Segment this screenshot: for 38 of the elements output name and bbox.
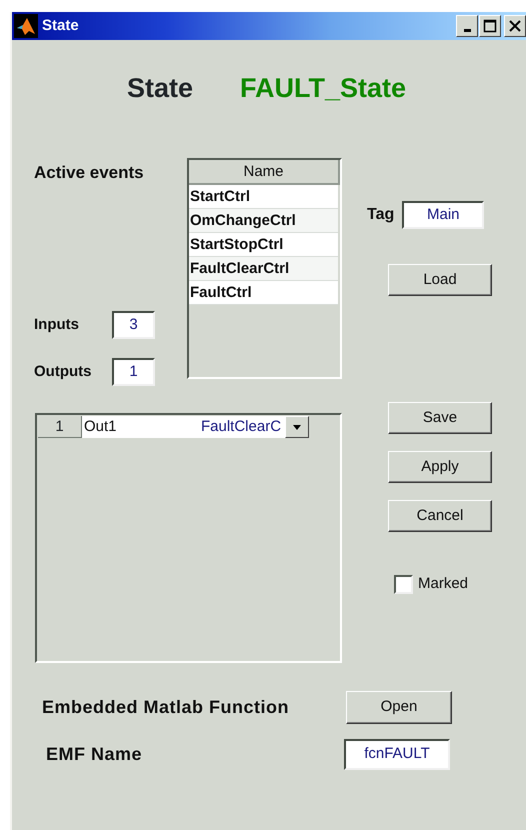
table-cell[interactable]: Out1 (82, 416, 197, 438)
window-title: State (42, 16, 79, 36)
event-item[interactable]: OmChangeCtrl (189, 209, 338, 233)
maximize-icon (482, 18, 498, 34)
emf-label: Embedded Matlab Function (42, 696, 290, 719)
marked-label: Marked (418, 574, 468, 594)
caret-icon (293, 424, 301, 430)
inputs-label: Inputs (34, 314, 80, 335)
emf-name-label: EMF Name (46, 743, 144, 766)
open-button[interactable]: Open (346, 691, 452, 724)
cancel-button[interactable]: Cancel (388, 500, 492, 532)
event-item[interactable]: StartCtrl (189, 185, 338, 209)
tag-field[interactable]: Main (402, 201, 484, 229)
minimize-button[interactable] (456, 15, 478, 37)
outputs-field[interactable]: 1 (112, 358, 155, 386)
marked-checkbox[interactable] (394, 574, 413, 594)
maximize-button[interactable] (479, 15, 501, 37)
inputs-field[interactable]: 3 (112, 311, 155, 339)
close-icon (507, 18, 523, 34)
outputs-label: Outputs (34, 362, 92, 382)
event-item[interactable]: FaultClearCtrl (189, 257, 338, 281)
event-item[interactable]: StartStopCtrl (189, 233, 338, 257)
emf-name-field[interactable]: fcnFAULT (344, 739, 450, 770)
events-listbox[interactable]: Name StartCtrl OmChangeCtrl StartStopCtrl FaultClearCtrl FaultCtrl (187, 158, 342, 379)
load-button[interactable]: Load (388, 264, 492, 296)
event-item[interactable]: FaultCtrl (189, 281, 338, 305)
state-name: FAULT_State (240, 73, 406, 103)
tag-label: Tag (367, 205, 394, 225)
active-events-label: Active events (34, 162, 145, 184)
dropdown-button[interactable] (285, 416, 309, 438)
row-number: 1 (38, 416, 82, 438)
save-button[interactable]: Save (388, 402, 492, 434)
minimize-icon (464, 28, 470, 32)
state-label: State (127, 73, 194, 103)
event-dropdown[interactable]: FaultClearC (197, 416, 285, 438)
close-button[interactable] (504, 15, 526, 37)
apply-button[interactable]: Apply (388, 451, 492, 483)
app-icon (14, 14, 38, 38)
